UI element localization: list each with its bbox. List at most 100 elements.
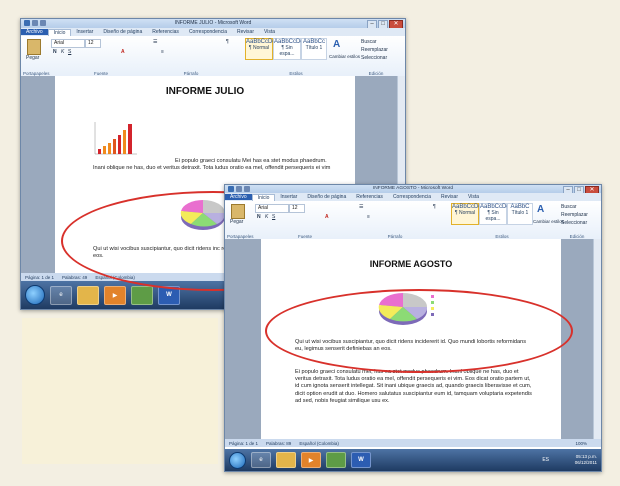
status-words[interactable]: Palabras: 49 <box>62 275 87 280</box>
paint-icon[interactable] <box>131 285 153 305</box>
select-button[interactable]: Seleccionar <box>561 220 587 226</box>
bar-chart-image <box>94 122 137 155</box>
style-normal[interactable]: AaBbCcDc ¶ Normal <box>245 38 275 60</box>
font-size-select[interactable]: 12 <box>289 204 305 213</box>
tab-inicio[interactable]: Inicio <box>251 193 276 201</box>
notes-area <box>22 318 218 464</box>
folder-icon[interactable] <box>276 452 296 468</box>
font-color-icon[interactable]: A <box>325 214 329 220</box>
ribbon-tabs: Archivo Inicio Insertar Diseño de página… <box>21 28 405 36</box>
select-button[interactable]: Seleccionar <box>361 55 387 61</box>
status-page[interactable]: Página: 1 de 1 <box>25 275 54 280</box>
find-button[interactable]: Buscar <box>361 39 377 45</box>
tab-correspondencia[interactable]: Correspondencia <box>388 194 436 200</box>
document-paragraph-1: Ei populo graeci consulatu Mei has ea st… <box>93 158 331 172</box>
ribbon: Pegar Arial 12 N K S A ☰ ≡ ¶ AaBbCcDc ¶ N… <box>21 36 405 77</box>
document-heading: INFORME JULIO <box>165 86 245 97</box>
replace-button[interactable]: Reemplazar <box>561 212 588 218</box>
status-words[interactable]: Palabras: 89 <box>266 441 291 446</box>
word-app-icon[interactable] <box>24 20 30 26</box>
font-size-select[interactable]: 12 <box>85 39 101 48</box>
tab-inicio[interactable]: Inicio <box>47 28 72 36</box>
style-titulo-1[interactable]: AaBbC Título 1 <box>507 203 533 225</box>
start-button[interactable] <box>25 285 45 305</box>
bold-button[interactable]: N <box>257 214 261 220</box>
tab-vista[interactable]: Vista <box>463 194 484 200</box>
tab-referencias[interactable]: Referencias <box>351 194 388 200</box>
window-title: INFORME JULIO - Microsoft Word <box>174 20 252 26</box>
style-titulo-1[interactable]: AaBbCc Título 1 <box>301 38 327 60</box>
status-page[interactable]: Página: 1 de 1 <box>229 441 258 446</box>
font-color-icon[interactable]: A <box>121 49 125 55</box>
tab-insertar[interactable]: Insertar <box>71 29 98 35</box>
pilcrow-icon[interactable]: ¶ <box>226 39 229 45</box>
taskbar: e ▶ W ES 05:13 p.m. 06/12/2011 <box>225 449 601 471</box>
ie-icon[interactable]: e <box>251 452 271 468</box>
window-title: INFORME AGOSTO - Microsoft Word <box>372 186 454 191</box>
underline-button[interactable]: S <box>68 49 71 55</box>
change-styles-button[interactable]: Cambiar estilos <box>329 54 360 59</box>
status-bar: Página: 1 de 1 Palabras: 89 Español (Col… <box>225 439 601 447</box>
tab-archivo[interactable]: Archivo <box>21 29 48 35</box>
font-name-select[interactable]: Arial <box>255 204 289 213</box>
align-icon[interactable]: ≡ <box>367 214 370 220</box>
tray-language[interactable]: ES <box>542 457 549 463</box>
change-styles-icon[interactable]: A <box>537 204 544 215</box>
save-icon[interactable] <box>236 186 242 192</box>
pilcrow-icon[interactable]: ¶ <box>433 204 436 210</box>
paint-icon[interactable] <box>326 452 346 468</box>
tab-insertar[interactable]: Insertar <box>275 194 302 200</box>
tab-revisar[interactable]: Revisar <box>436 194 463 200</box>
title-bar[interactable]: INFORME JULIO - Microsoft Word – □ ✕ <box>21 19 405 29</box>
italic-button[interactable]: K <box>61 49 64 55</box>
start-button[interactable] <box>229 451 246 469</box>
ie-icon[interactable]: e <box>50 285 72 305</box>
save-icon[interactable] <box>32 20 38 26</box>
zoom-level[interactable]: 100% <box>575 441 587 446</box>
tab-vista[interactable]: Vista <box>259 29 280 35</box>
ribbon-tabs: Archivo Inicio Insertar Diseño de página… <box>225 193 601 201</box>
bullets-icon[interactable]: ☰ <box>153 39 157 45</box>
tab-diseno[interactable]: Diseño de página <box>98 29 147 35</box>
bold-button[interactable]: N <box>53 49 57 55</box>
paste-button[interactable]: Pegar <box>230 219 243 225</box>
system-clock[interactable]: 05:13 p.m. 06/12/2011 <box>575 454 597 466</box>
change-styles-icon[interactable]: A <box>333 39 340 50</box>
status-language[interactable]: Español (Colombia) <box>299 441 339 446</box>
style-normal[interactable]: AaBbCcDc ¶ Normal <box>451 203 481 225</box>
tab-archivo[interactable]: Archivo <box>225 194 252 200</box>
ribbon: Pegar Arial 12 N K S A ☰ ≡ ¶ AaBbCcDc ¶ N… <box>225 201 601 240</box>
tab-correspondencia[interactable]: Correspondencia <box>184 29 232 35</box>
paste-icon[interactable] <box>231 204 245 219</box>
media-player-icon[interactable]: ▶ <box>301 452 321 468</box>
paste-icon[interactable] <box>27 39 41 55</box>
align-icon[interactable]: ≡ <box>161 49 164 55</box>
vertical-scrollbar[interactable] <box>593 239 601 439</box>
paste-button[interactable]: Pegar <box>26 55 39 61</box>
undo-icon[interactable] <box>244 186 250 192</box>
slide-background: INFORME JULIO - Microsoft Word – □ ✕ Arc… <box>0 0 620 486</box>
change-styles-button[interactable]: Cambiar estilos <box>533 219 564 224</box>
underline-button[interactable]: S <box>272 214 275 220</box>
font-name-select[interactable]: Arial <box>51 39 85 48</box>
quick-access-toolbar <box>228 186 250 192</box>
title-bar[interactable]: INFORME AGOSTO - Microsoft Word – □ ✕ <box>225 185 601 194</box>
replace-button[interactable]: Reemplazar <box>361 47 388 53</box>
tab-revisar[interactable]: Revisar <box>232 29 259 35</box>
document-heading: INFORME AGOSTO <box>369 259 453 269</box>
word-taskbar-icon[interactable]: W <box>351 452 371 468</box>
bullets-icon[interactable]: ☰ <box>359 204 363 210</box>
tab-referencias[interactable]: Referencias <box>147 29 184 35</box>
undo-icon[interactable] <box>40 20 46 26</box>
media-player-icon[interactable]: ▶ <box>104 285 126 305</box>
word-app-icon[interactable] <box>228 186 234 192</box>
italic-button[interactable]: K <box>265 214 268 220</box>
style-sin-espaciado[interactable]: AaBbCcDc ¶ Sin espa... <box>479 203 509 225</box>
word-window-agosto: INFORME AGOSTO - Microsoft Word – □ ✕ Ar… <box>224 184 602 472</box>
style-sin-espaciado[interactable]: AaBbCcDc ¶ Sin espa... <box>273 38 303 60</box>
document-paragraph-2: Ei populo graeci consulatu mei, has ea s… <box>295 369 532 404</box>
folder-icon[interactable] <box>77 285 99 305</box>
tab-diseno[interactable]: Diseño de página <box>302 194 351 200</box>
quick-access-toolbar <box>24 20 46 26</box>
find-button[interactable]: Buscar <box>561 204 577 210</box>
